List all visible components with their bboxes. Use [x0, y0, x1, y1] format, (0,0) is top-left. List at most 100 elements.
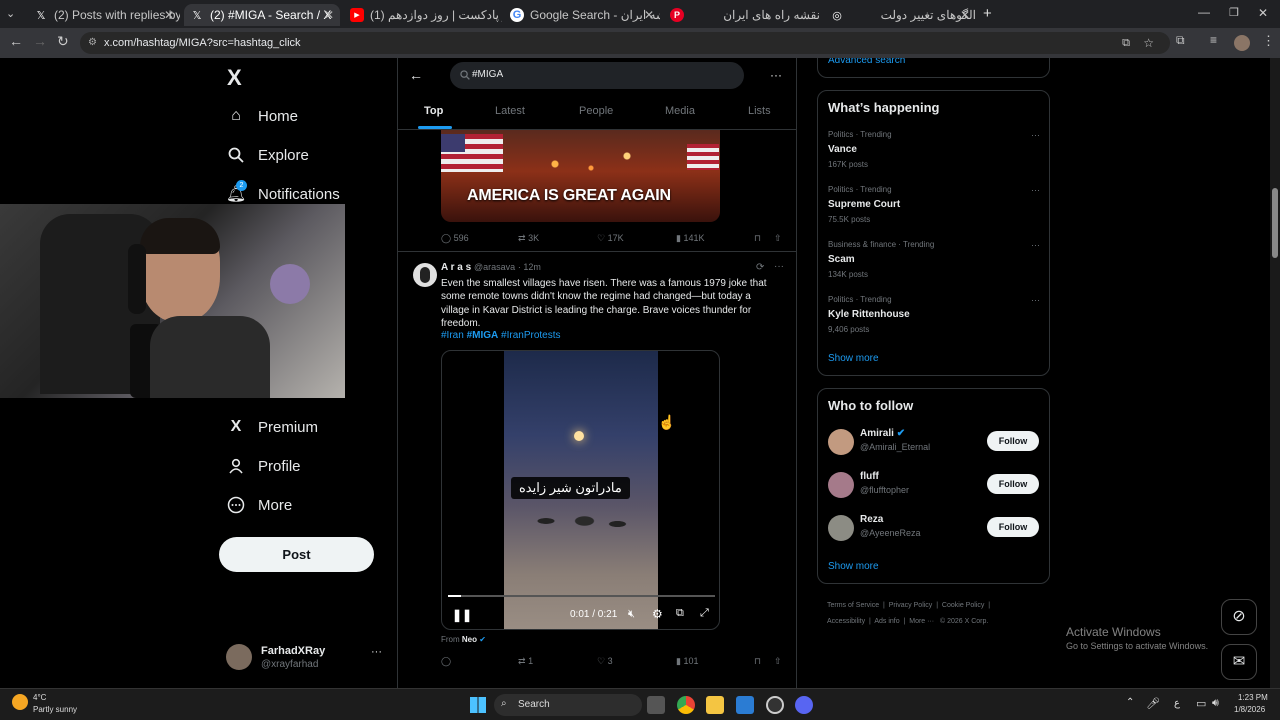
trend-more-icon[interactable]: ···	[1031, 240, 1040, 250]
follow-button[interactable]: Follow	[987, 517, 1039, 537]
pip-icon[interactable]: ⧉	[676, 607, 684, 620]
sidebar-item-profile[interactable]: Profile	[226, 452, 301, 480]
close-icon[interactable]: ✕	[164, 8, 174, 22]
hashtag-link[interactable]: #IranProtests	[501, 330, 560, 341]
browser-menu-icon[interactable]: ⋮	[1262, 33, 1275, 49]
tab-top[interactable]: Top	[424, 105, 443, 117]
follow-item[interactable]: Amirali ✔ @Amirali_Eternal Follow	[828, 427, 1040, 457]
close-icon[interactable]: ✕	[324, 8, 334, 22]
tab-latest[interactable]: Latest	[495, 105, 525, 117]
follow-button[interactable]: Follow	[987, 431, 1039, 451]
minimize-icon[interactable]: —	[1198, 5, 1210, 19]
post-button[interactable]: Post	[219, 537, 374, 572]
new-tab-button[interactable]: +	[983, 5, 992, 22]
profile-avatar[interactable]	[1234, 35, 1250, 51]
close-icon[interactable]: ✕	[644, 8, 654, 22]
trend-more-icon[interactable]: ···	[1031, 130, 1040, 140]
trend-more-icon[interactable]: ···	[1031, 185, 1040, 195]
account-switcher[interactable]: FarhadXRay @xrayfarhad ···	[226, 642, 386, 674]
network-icon[interactable]: ▭	[1196, 697, 1206, 710]
chrome-icon[interactable]	[677, 696, 695, 714]
language-indicator[interactable]: ع	[1174, 698, 1180, 709]
hashtag-link[interactable]: #MIGA	[467, 330, 499, 341]
follow-button[interactable]: Follow	[987, 474, 1039, 494]
back-arrow-icon[interactable]: ←	[409, 67, 423, 83]
browser-tab-2[interactable]: 𝕏 (2) #MIGA - Search / X ✕	[184, 4, 340, 26]
messages-floating-button[interactable]: ✉	[1221, 644, 1257, 680]
author-name[interactable]: A r a s	[441, 262, 471, 273]
post-image[interactable]: AMERICA IS GREAT AGAIN	[441, 130, 720, 222]
mute-icon[interactable]: 🔇︎	[628, 608, 635, 621]
post-time[interactable]: · 12m	[518, 262, 541, 272]
tab-lists[interactable]: Lists	[748, 105, 771, 117]
like-button[interactable]: ♡ 3	[597, 656, 613, 667]
browser-tab-4[interactable]: G Google Search - نقشه ایران ✕	[504, 4, 660, 26]
show-more-link[interactable]: Show more	[828, 353, 879, 364]
repost-button[interactable]: ⇄ 3K	[518, 233, 539, 244]
post-more-icon[interactable]: ···	[774, 261, 784, 272]
obs-icon[interactable]	[766, 696, 784, 714]
advanced-search-link[interactable]: Advanced search	[828, 58, 905, 66]
reload-icon[interactable]: ↻	[57, 33, 69, 50]
show-more-link[interactable]: Show more	[828, 561, 879, 572]
follow-item[interactable]: fluff @flufftopher Follow	[828, 470, 1040, 500]
weather-icon[interactable]	[12, 694, 28, 710]
back-icon[interactable]: ←	[9, 33, 23, 49]
close-icon[interactable]: ✕	[960, 8, 970, 22]
trend-item[interactable]: Politics · Trending Supreme Court 75.5K …	[828, 185, 1040, 224]
author-handle[interactable]: @arasava	[474, 262, 515, 272]
tab-media[interactable]: Media	[665, 105, 695, 117]
browser-tab-3[interactable]: ▶ (1) من‌وتو پادکست | روز دوازدهم	[344, 4, 502, 26]
pause-icon[interactable]: ❚❚	[452, 608, 472, 622]
clock-date[interactable]: 1/8/2026	[1234, 705, 1265, 714]
grok-icon[interactable]: ⟳	[756, 262, 764, 273]
grok-floating-button[interactable]: ⊘	[1221, 599, 1257, 635]
footer-link[interactable]: Cookie Policy	[942, 602, 984, 609]
fullscreen-icon[interactable]: ⤢	[700, 607, 709, 620]
footer-link[interactable]: Privacy Policy	[889, 602, 933, 609]
footer-link[interactable]: Terms of Service	[827, 602, 879, 609]
bookmark-icon[interactable]: ⊓	[754, 656, 761, 667]
file-explorer-icon[interactable]	[706, 696, 724, 714]
close-window-icon[interactable]: ✕	[1258, 6, 1268, 20]
tray-chevron-icon[interactable]: ⌃	[1126, 697, 1134, 708]
sidebar-item-more[interactable]: More	[226, 491, 292, 519]
settings-icon[interactable]: ⚙	[652, 607, 663, 621]
views-button[interactable]: ▮ 101	[676, 656, 699, 667]
url-field[interactable]: ⚙ x.com/hashtag/MIGA?src=hashtag_click ⧉…	[80, 32, 1170, 54]
video-player[interactable]: مادراتون شیر زایده ❚❚ 0:01 / 0:21 🔇︎ ⚙ ⧉…	[441, 350, 720, 630]
trend-item[interactable]: Politics · Trending Kyle Rittenhouse 9,4…	[828, 295, 1040, 334]
sidebar-item-explore[interactable]: Explore	[226, 141, 309, 169]
hashtag-link[interactable]: #Iran	[441, 330, 464, 341]
search-input[interactable]: #MIGA	[450, 62, 744, 89]
trend-item[interactable]: Business & finance · Trending Scam 134K …	[828, 240, 1040, 279]
footer-link[interactable]: Ads info	[874, 618, 899, 625]
task-view-icon[interactable]	[647, 696, 665, 714]
reply-button[interactable]: ◯ 596	[441, 233, 469, 244]
trend-more-icon[interactable]: ···	[1031, 295, 1040, 305]
like-button[interactable]: ♡ 17K	[597, 233, 624, 244]
avatar[interactable]	[413, 263, 437, 287]
views-button[interactable]: ▮ 141K	[676, 233, 705, 244]
tab-people[interactable]: People	[579, 105, 613, 117]
x-logo[interactable]: X	[227, 65, 242, 91]
follow-item[interactable]: Reza @AyeeneReza Follow	[828, 513, 1040, 543]
bookmark-star-icon[interactable]: ☆	[1143, 32, 1154, 54]
account-more-icon[interactable]: ···	[371, 646, 382, 658]
footer-link[interactable]: Accessibility	[827, 618, 865, 625]
sidebar-item-home[interactable]: ⌂ Home	[226, 102, 298, 130]
bookmark-icon[interactable]: ⊓	[754, 233, 761, 244]
discord-icon[interactable]	[795, 696, 813, 714]
install-icon[interactable]: ⧉	[1122, 32, 1130, 54]
scrollbar-thumb[interactable]	[1272, 188, 1278, 258]
clock-time[interactable]: 1:23 PM	[1238, 693, 1268, 702]
store-icon[interactable]	[736, 696, 754, 714]
windows-start-icon[interactable]	[470, 697, 486, 713]
trend-item[interactable]: Politics · Trending Vance 167K posts ···	[828, 130, 1040, 169]
share-icon[interactable]: ⇧	[774, 656, 782, 667]
taskbar-search[interactable]: ⌕ Search	[494, 694, 642, 716]
share-icon[interactable]: ⇧	[774, 233, 782, 244]
browser-tab-6[interactable]: ◎ الگوهای تغییر دولت ✕	[824, 4, 976, 26]
restore-icon[interactable]: ❐	[1229, 6, 1239, 19]
microphone-icon[interactable]: 🎤︎	[1146, 697, 1160, 710]
